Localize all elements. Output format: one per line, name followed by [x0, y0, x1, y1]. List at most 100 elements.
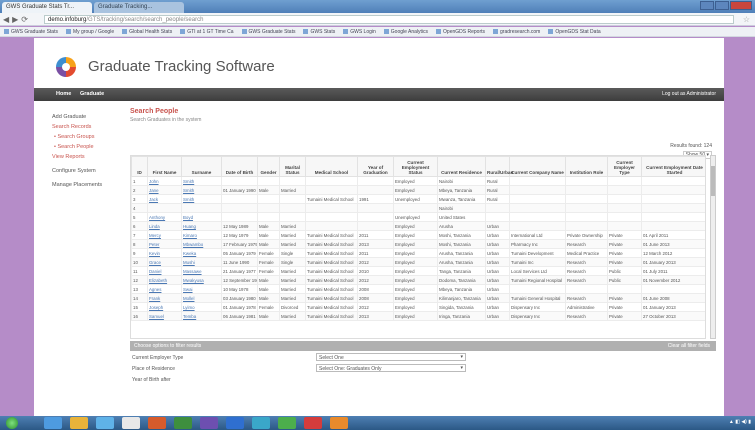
bookmark-item[interactable]: GWS Stats [299, 27, 339, 36]
table-cell[interactable]: Boyd [181, 212, 222, 222]
table-row[interactable]: 4 Nairobi [131, 203, 705, 213]
bookmark-item[interactable]: Google Analytics [380, 27, 432, 36]
column-header[interactable]: Year of Graduation [357, 156, 394, 177]
sidebar-item[interactable]: Configure System [52, 166, 127, 176]
taskbar-app-icon[interactable] [200, 417, 218, 429]
close-icon[interactable] [730, 1, 752, 10]
browser-tab[interactable]: Graduate Tracking... [94, 2, 184, 13]
taskbar-app-icon[interactable] [330, 417, 348, 429]
taskbar-app-icon[interactable] [252, 417, 270, 429]
taskbar-app-icon[interactable] [44, 417, 62, 429]
table-cell[interactable]: Grace [147, 257, 182, 267]
taskbar-app-icon[interactable] [148, 417, 166, 429]
table-row[interactable]: 2 Jane Smith 01 January 1990 Male Married Empl… [131, 185, 705, 195]
table-cell[interactable]: Mbwambo [181, 239, 222, 249]
bookmark-item[interactable]: GTI at 1 GT Time Ca [176, 27, 237, 36]
bookmark-item[interactable]: OpenGDS Stat Data [544, 27, 604, 36]
clear-filters-link[interactable]: Clear all filter fields [668, 343, 710, 349]
taskbar-app-icon[interactable] [122, 417, 140, 429]
table-scrollbar[interactable] [710, 155, 716, 339]
column-header[interactable]: ID [131, 156, 148, 177]
table-row[interactable]: 11 Daniel Massawe 21 January 1977 Female Marr… [131, 266, 705, 276]
sidebar-item[interactable]: Search Records [52, 122, 127, 132]
column-header[interactable]: Current Residence [437, 156, 486, 177]
column-header[interactable]: Current Employment Status [393, 156, 438, 177]
table-cell[interactable]: Anthony [147, 212, 182, 222]
table-cell[interactable]: Agnes [147, 284, 182, 294]
sidebar-item[interactable]: • Search Groups [52, 132, 127, 142]
table-row[interactable]: 15 Joseph Lyimo 01 January 1978 Female Divorc… [131, 302, 705, 312]
table-row[interactable]: 14 Frank Mollel 03 January 1980 Male Married T… [131, 293, 705, 303]
column-header[interactable]: Date of Birth [221, 156, 258, 177]
column-header[interactable]: Current Company Name [509, 156, 566, 177]
bookmark-star-icon[interactable]: ☆ [743, 15, 750, 24]
minimize-icon[interactable] [700, 1, 714, 10]
table-cell[interactable]: Temba [181, 311, 222, 321]
table-row[interactable]: 3 Jack Smith Tumaini Medical School 1991 Unem… [131, 194, 705, 204]
table-cell[interactable]: Kimaro [181, 230, 222, 240]
filter-select[interactable]: Select One [316, 353, 466, 361]
nav-item-graduate[interactable]: Graduate [80, 91, 104, 97]
nav-item-home[interactable]: Home [56, 91, 71, 97]
bookmark-item[interactable]: My group / Google [62, 27, 118, 36]
table-row[interactable]: 6 Linda Huang 12 May 1989 Male Married Employe… [131, 221, 705, 231]
bookmark-item[interactable]: GWS Login [339, 27, 380, 36]
column-header[interactable]: Rural/Urban [485, 156, 513, 177]
table-cell[interactable]: Mushi [181, 257, 222, 267]
table-cell[interactable] [147, 203, 182, 213]
taskbar-app-icon[interactable] [96, 417, 114, 429]
table-cell[interactable]: Frank [147, 293, 182, 303]
table-cell[interactable]: Smith [181, 185, 222, 195]
table-row[interactable]: 9 Kevin Kweka 05 January 1979 Female Single Tu… [131, 248, 705, 258]
column-header[interactable]: Medical School [305, 156, 358, 177]
table-cell[interactable]: John [147, 176, 182, 186]
table-row[interactable]: 5 Anthony Boyd Unemployed United States [131, 212, 705, 222]
table-cell[interactable]: Mwakyusa [181, 275, 222, 285]
taskbar-app-icon[interactable] [278, 417, 296, 429]
table-row[interactable]: 10 Grace Mushi 11 June 1990 Female Single Tuma… [131, 257, 705, 267]
sidebar-item[interactable]: • Search People [52, 142, 127, 152]
sidebar-item[interactable]: Manage Placements [52, 180, 127, 190]
logout-link[interactable]: Log out as Administrator [662, 91, 716, 97]
table-row[interactable]: 8 Peter Mbwambo 17 February 1979 Male Married… [131, 239, 705, 249]
filter-select[interactable]: Select One: Graduates Only [316, 364, 466, 372]
column-header[interactable]: First Name [147, 156, 182, 177]
column-header[interactable]: Surname [181, 156, 222, 177]
table-cell[interactable] [181, 203, 222, 213]
column-header[interactable]: Institution Role [565, 156, 608, 177]
table-row[interactable]: 12ElizabethMwakyusa12 September 1981Male… [131, 275, 705, 285]
table-row[interactable]: 13 Agnes Swai 10 May 1978 Male Married Tumaini… [131, 284, 705, 294]
column-header[interactable]: Gender [257, 156, 280, 177]
table-cell[interactable]: Linda [147, 221, 182, 231]
sidebar-item[interactable]: Add Graduate [52, 112, 127, 122]
table-row[interactable]: 7 Mercy Kimaro 12 May 1979 Male Married Tumain… [131, 230, 705, 240]
url-input[interactable]: demo.infoburg/GTS/tracking/search/search… [44, 15, 734, 24]
table-row[interactable]: 16 Samuel Temba 06 January 1981 Male Married T… [131, 311, 705, 321]
bookmark-item[interactable]: GWS Graduate Stats [0, 27, 62, 36]
table-cell[interactable]: Kevin [147, 248, 182, 258]
table-cell[interactable]: Jane [147, 185, 182, 195]
table-cell[interactable]: Jack [147, 194, 182, 204]
start-button-icon[interactable] [6, 417, 18, 429]
table-cell[interactable]: Kweka [181, 248, 222, 258]
table-cell[interactable]: Lyimo [181, 302, 222, 312]
table-cell[interactable]: Daniel [147, 266, 182, 276]
table-cell[interactable]: Huang [181, 221, 222, 231]
nav-arrows-icon[interactable]: ◀▶⟳ [3, 15, 31, 24]
table-cell[interactable]: Smith [181, 194, 222, 204]
bookmark-item[interactable]: OpenGDS Reports [432, 27, 489, 36]
table-cell[interactable]: Mollel [181, 293, 222, 303]
bookmark-item[interactable]: gradresearch.com [489, 27, 544, 36]
table-cell[interactable]: Samuel [147, 311, 182, 321]
taskbar-app-icon[interactable] [304, 417, 322, 429]
column-header[interactable]: Current Employment Date Started [641, 156, 705, 177]
table-cell[interactable]: Swai [181, 284, 222, 294]
column-header[interactable]: Marital Status [279, 156, 306, 177]
bookmark-item[interactable]: GWS Graduate Stats [238, 27, 300, 36]
column-header[interactable]: Current Employer Type [607, 156, 642, 177]
table-cell[interactable]: Elizabeth [147, 275, 182, 285]
table-row[interactable]: 1 John Smith Employed Nairobi Rural [131, 176, 705, 186]
taskbar-app-icon[interactable] [226, 417, 244, 429]
maximize-icon[interactable] [715, 1, 729, 10]
sidebar-item[interactable]: View Reports [52, 152, 127, 162]
